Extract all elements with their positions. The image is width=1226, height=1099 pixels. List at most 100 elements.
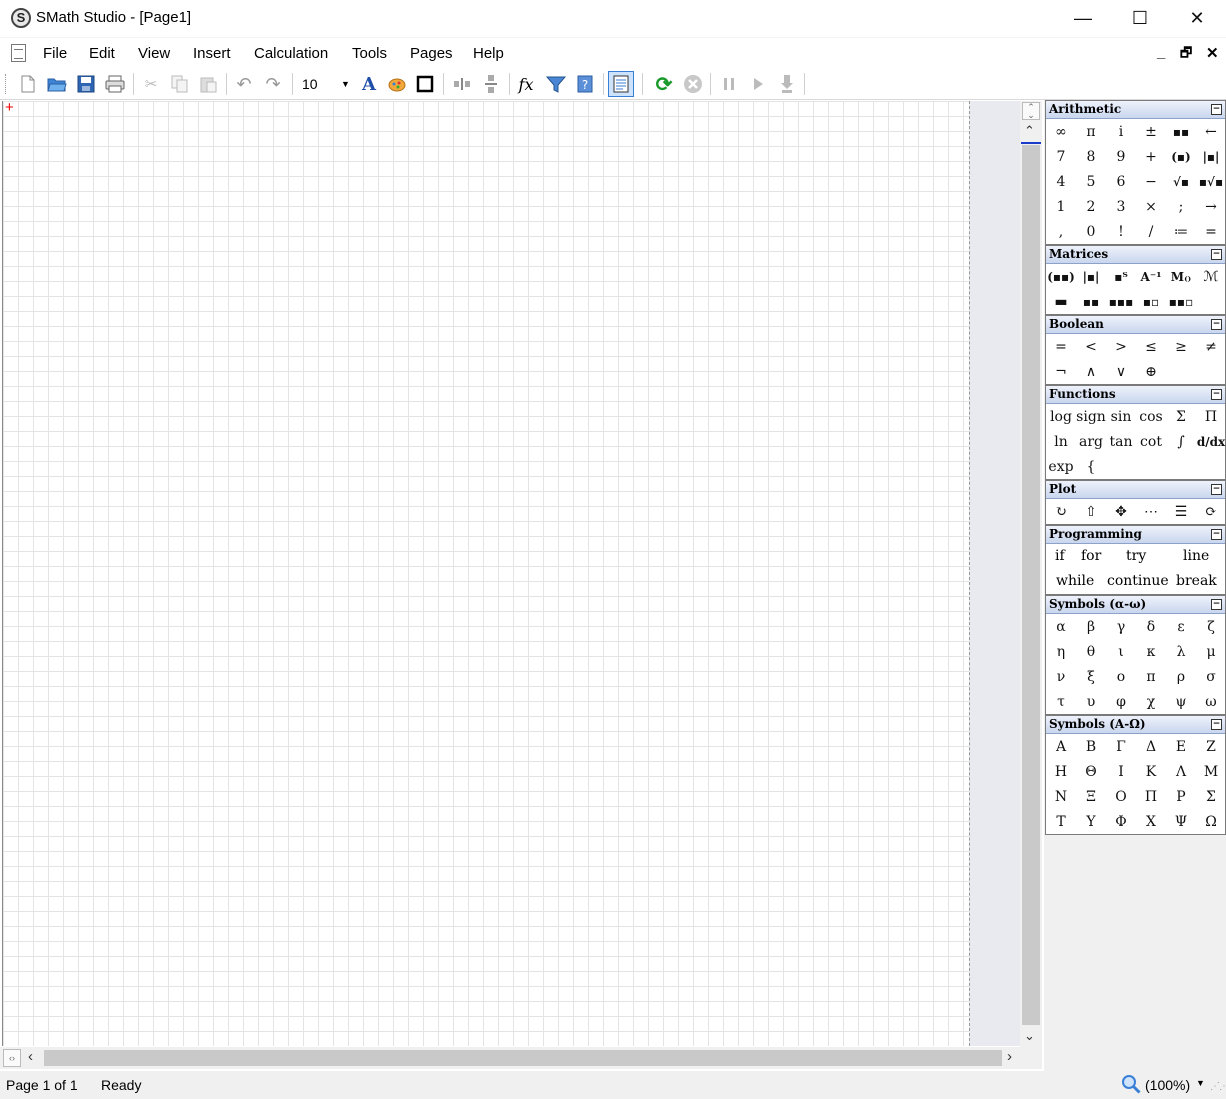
functions-button[interactable]: { [1076, 454, 1106, 479]
arithmetic-button[interactable]: / [1136, 219, 1166, 244]
play-icon[interactable] [747, 73, 769, 95]
zoom-level[interactable]: (100%) [1145, 1077, 1190, 1093]
scroll-up-icon[interactable]: ⌃ [1024, 123, 1035, 139]
undo-icon[interactable]: ↶ [233, 73, 255, 95]
fill-color-icon[interactable] [386, 73, 408, 95]
plot-button[interactable]: ✥ [1106, 499, 1136, 524]
symbols-upper-button[interactable]: Φ [1106, 809, 1136, 834]
border-icon[interactable] [414, 73, 436, 95]
arithmetic-button[interactable]: (▪) [1166, 144, 1196, 169]
boolean-button[interactable]: ∧ [1076, 359, 1106, 384]
symbols-upper-button[interactable]: Ν [1046, 784, 1076, 809]
collapse-icon[interactable]: − [1211, 529, 1222, 540]
boolean-button[interactable]: ⊕ [1136, 359, 1166, 384]
plot-button[interactable]: ⟳ [1196, 499, 1226, 524]
save-icon[interactable] [75, 73, 97, 95]
arithmetic-button[interactable]: 1 [1046, 194, 1076, 219]
functions-button[interactable]: d/dx [1196, 429, 1226, 454]
arithmetic-button[interactable]: 2 [1076, 194, 1106, 219]
help-icon[interactable]: ? [574, 73, 596, 95]
worksheet-canvas[interactable]: + [2, 101, 1020, 1046]
arithmetic-button[interactable]: 7 [1046, 144, 1076, 169]
boolean-button[interactable]: ≥ [1166, 334, 1196, 359]
symbols-lower-button[interactable]: κ [1136, 639, 1166, 664]
arithmetic-header[interactable]: Arithmetic− [1046, 101, 1225, 119]
vertical-scrollbar[interactable]: ⌃⌄ ⌃ ⌄ [1020, 101, 1042, 1047]
menu-pages[interactable]: Pages [410, 45, 453, 62]
split-handle-icon[interactable]: ⌃⌄ [1022, 102, 1040, 120]
symbols-lower-button[interactable]: ω [1196, 689, 1226, 714]
matrices-button[interactable]: ℳ [1196, 264, 1226, 289]
recalculate-icon[interactable]: ⟳ [653, 73, 675, 95]
step-into-icon[interactable] [776, 73, 798, 95]
scroll-right-icon[interactable]: › [1007, 1048, 1012, 1065]
print-icon[interactable] [104, 73, 126, 95]
vertical-scroll-track[interactable] [1022, 145, 1040, 1025]
arithmetic-button[interactable]: ∞ [1046, 119, 1076, 144]
symbols-upper-button[interactable]: Μ [1196, 759, 1226, 784]
arithmetic-button[interactable]: ▪√▪ [1196, 169, 1226, 194]
arithmetic-button[interactable]: 4 [1046, 169, 1076, 194]
matrices-button[interactable]: ▪▪▫ [1166, 289, 1196, 314]
scroll-down-icon[interactable]: ⌄ [1024, 1028, 1035, 1044]
chevron-down-icon[interactable]: ▼ [341, 73, 350, 95]
insert-function-icon[interactable]: fx [515, 73, 537, 95]
symbols-lower-button[interactable]: ψ [1166, 689, 1196, 714]
open-folder-icon[interactable] [46, 73, 68, 95]
chevron-down-icon[interactable]: ▼ [1196, 1078, 1205, 1088]
symbols-upper-button[interactable]: Υ [1076, 809, 1106, 834]
collapse-icon[interactable]: − [1211, 389, 1222, 400]
collapse-icon[interactable]: − [1211, 249, 1222, 260]
symbols-upper-button[interactable]: Γ [1106, 734, 1136, 759]
zoom-magnifier-icon[interactable] [1121, 1074, 1141, 1094]
symbols-upper-button[interactable]: Ι [1106, 759, 1136, 784]
scroll-left-icon[interactable]: ‹ [28, 1048, 33, 1065]
arithmetic-button[interactable]: 6 [1106, 169, 1136, 194]
arithmetic-button[interactable]: 9 [1106, 144, 1136, 169]
resize-grip-icon[interactable]: ⋰⋰ [1210, 1081, 1226, 1092]
arithmetic-button[interactable]: 3 [1106, 194, 1136, 219]
functions-button[interactable]: log [1046, 404, 1076, 429]
menu-view[interactable]: View [138, 45, 170, 62]
symbols-upper-button[interactable]: Κ [1136, 759, 1166, 784]
align-vertical-icon[interactable] [480, 73, 502, 95]
copy-icon[interactable] [169, 73, 191, 95]
filter-icon[interactable] [545, 73, 567, 95]
boolean-button[interactable]: < [1076, 334, 1106, 359]
matrices-button[interactable]: ▪ᵀ [1106, 264, 1136, 289]
symbols-upper-button[interactable]: Θ [1076, 759, 1106, 784]
symbols-lower-button[interactable]: ρ [1166, 664, 1196, 689]
pause-icon[interactable] [718, 73, 740, 95]
plot-header[interactable]: Plot− [1046, 481, 1225, 499]
arithmetic-button[interactable]: 8 [1076, 144, 1106, 169]
symbols-upper-button[interactable]: Ζ [1196, 734, 1226, 759]
plot-button[interactable]: ↻ [1046, 499, 1076, 524]
symbols-upper-header[interactable]: Symbols (Α-Ω)− [1046, 716, 1225, 734]
symbols-upper-button[interactable]: Λ [1166, 759, 1196, 784]
toolbar-grip[interactable] [5, 74, 8, 94]
symbols-lower-button[interactable]: ε [1166, 614, 1196, 639]
symbols-lower-button[interactable]: γ [1106, 614, 1136, 639]
menu-insert[interactable]: Insert [193, 45, 231, 62]
functions-button[interactable]: sin [1106, 404, 1136, 429]
new-document-icon[interactable] [17, 73, 39, 95]
boolean-header[interactable]: Boolean− [1046, 316, 1225, 334]
prog-if[interactable]: if [1055, 548, 1065, 564]
prog-line[interactable]: line [1183, 548, 1209, 564]
arithmetic-button[interactable]: − [1136, 169, 1166, 194]
plot-button[interactable]: ☰ [1166, 499, 1196, 524]
arithmetic-button[interactable]: ! [1106, 219, 1136, 244]
menu-calculation[interactable]: Calculation [254, 45, 328, 62]
matrices-button[interactable]: (▪▪) [1046, 264, 1076, 289]
prog-try[interactable]: try [1126, 548, 1146, 564]
boolean-button[interactable]: > [1106, 334, 1136, 359]
collapse-icon[interactable]: − [1211, 599, 1222, 610]
symbols-lower-button[interactable]: ξ [1076, 664, 1106, 689]
symbols-lower-button[interactable]: ν [1046, 664, 1076, 689]
functions-button[interactable]: tan [1106, 429, 1136, 454]
functions-button[interactable]: arg [1076, 429, 1106, 454]
symbols-upper-button[interactable]: Χ [1136, 809, 1166, 834]
arithmetic-button[interactable]: √▪ [1166, 169, 1196, 194]
boolean-button[interactable]: ≠ [1196, 334, 1226, 359]
symbols-upper-button[interactable]: Ρ [1166, 784, 1196, 809]
